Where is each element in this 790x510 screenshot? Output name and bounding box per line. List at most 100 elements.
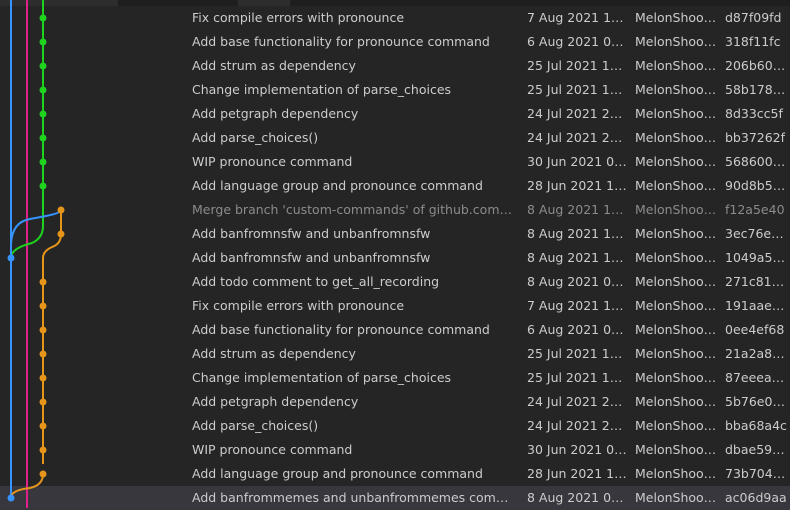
- commit-date: 25 Jul 2021 19:54: [527, 58, 629, 73]
- commit-author: MelonShooter: [635, 370, 721, 385]
- commit-message: Add banfrommemes and unbanfrommemes comm…: [192, 490, 516, 505]
- commit-hash: bba68a4c: [725, 418, 787, 433]
- commit-author: MelonShooter: [635, 178, 721, 193]
- commit-message: Add strum as dependency: [192, 58, 356, 73]
- commit-date: 6 Aug 2021 00:52: [527, 34, 629, 49]
- commit-row[interactable]: Change implementation of parse_choices 2…: [0, 366, 790, 390]
- commit-hash: f12a5e40: [725, 202, 785, 217]
- commit-hash: 0ee4ef68: [725, 322, 785, 337]
- commit-row[interactable]: Add todo comment to get_all_recording 8 …: [0, 270, 790, 294]
- commit-message: Add banfromnsfw and unbanfromnsfw: [192, 250, 431, 265]
- commit-hash: 191aae78: [725, 298, 787, 313]
- commit-row[interactable]: Add petgraph dependency 24 Jul 2021 22:0…: [0, 102, 790, 126]
- commit-row[interactable]: Add strum as dependency 25 Jul 2021 19:5…: [0, 342, 790, 366]
- commit-message: Add todo comment to get_all_recording: [192, 274, 440, 289]
- commit-message: Add language group and pronounce command: [192, 466, 483, 481]
- commit-hash: 21a2a891: [725, 346, 787, 361]
- commit-date: 8 Aug 2021 12:32: [527, 226, 629, 241]
- commit-author: MelonShooter: [635, 298, 721, 313]
- commit-author: MelonShooter: [635, 34, 721, 49]
- commit-message: Add language group and pronounce command: [192, 178, 483, 193]
- commit-message: Add base functionality for pronounce com…: [192, 322, 490, 337]
- commit-message: Add petgraph dependency: [192, 106, 359, 121]
- merge-commit-row[interactable]: Merge branch 'custom-commands' of github…: [0, 198, 790, 222]
- commit-hash: 90d8b587: [725, 178, 787, 193]
- commit-row[interactable]: Add strum as dependency 25 Jul 2021 19:5…: [0, 54, 790, 78]
- commit-author: MelonShooter: [635, 490, 721, 505]
- commit-hash: ac06d9aa: [725, 490, 787, 505]
- commit-author: MelonShooter: [635, 10, 721, 25]
- commit-date: 24 Jul 2021 22:07: [527, 130, 629, 145]
- commit-row[interactable]: Fix compile errors with pronounce 7 Aug …: [0, 6, 790, 30]
- commit-author: MelonShooter: [635, 130, 721, 145]
- commit-hash: 1049a547: [725, 250, 787, 265]
- commit-message: WIP pronounce command: [192, 154, 353, 169]
- commit-hash: bb37262f: [725, 130, 786, 145]
- commit-row[interactable]: Fix compile errors with pronounce 7 Aug …: [0, 294, 790, 318]
- commit-hash: 8d33cc5f: [725, 106, 783, 121]
- commit-row[interactable]: Add banfromnsfw and unbanfromnsfw 8 Aug …: [0, 222, 790, 246]
- commit-author: MelonShooter: [635, 106, 721, 121]
- commit-row[interactable]: Add base functionality for pronounce com…: [0, 30, 790, 54]
- commit-date: 24 Jul 2021 22:07: [527, 418, 629, 433]
- commit-author: MelonShooter: [635, 226, 721, 241]
- commit-message: Add parse_choices(): [192, 418, 319, 433]
- commit-author: MelonShooter: [635, 346, 721, 361]
- commit-date: 30 Jun 2021 03:...: [527, 154, 629, 169]
- commit-message: Fix compile errors with pronounce: [192, 10, 405, 25]
- commit-date: 25 Jul 2021 19:54: [527, 370, 629, 385]
- commit-date: 8 Aug 2021 12:35: [527, 202, 629, 217]
- commit-row[interactable]: Add banfromnsfw and unbanfromnsfw 8 Aug …: [0, 246, 790, 270]
- commit-list: Fix compile errors with pronounce 7 Aug …: [0, 6, 790, 510]
- commit-row[interactable]: Add language group and pronounce command…: [0, 174, 790, 198]
- commit-date: 8 Aug 2021 02:41: [527, 490, 629, 505]
- commit-hash: 206b605b: [725, 58, 787, 73]
- commit-hash: 271c8118: [725, 274, 787, 289]
- commit-hash: 5b76e0a7: [725, 394, 787, 409]
- commit-date: 24 Jul 2021 22:08: [527, 394, 629, 409]
- commit-author: MelonShooter: [635, 82, 721, 97]
- commit-date: 24 Jul 2021 22:08: [527, 106, 629, 121]
- commit-date: 28 Jun 2021 16:...: [527, 178, 629, 193]
- commit-date: 28 Jun 2021 16:...: [527, 466, 629, 481]
- commit-row-selected[interactable]: Add banfrommemes and unbanfrommemes comm…: [0, 486, 790, 510]
- commit-date: 8 Aug 2021 00:45: [527, 274, 629, 289]
- commit-row[interactable]: WIP pronounce command 30 Jun 2021 03:...…: [0, 150, 790, 174]
- commit-message: Change implementation of parse_choices: [192, 370, 452, 385]
- commit-hash: 58b17876: [725, 82, 787, 97]
- commit-author: MelonShooter: [635, 322, 721, 337]
- commit-hash: 56860043: [725, 154, 787, 169]
- commit-date: 7 Aug 2021 18:36: [527, 298, 629, 313]
- commit-author: MelonShooter: [635, 442, 721, 457]
- commit-row[interactable]: Add petgraph dependency 24 Jul 2021 22:0…: [0, 390, 790, 414]
- commit-author: MelonShooter: [635, 58, 721, 73]
- commit-date: 25 Jul 2021 19:54: [527, 82, 629, 97]
- commit-row[interactable]: Add base functionality for pronounce com…: [0, 318, 790, 342]
- commit-hash: d87f09fd: [725, 10, 782, 25]
- commit-date: 7 Aug 2021 18:36: [527, 10, 629, 25]
- commit-message: Add strum as dependency: [192, 346, 356, 361]
- commit-message: Add banfromnsfw and unbanfromnsfw: [192, 226, 431, 241]
- commit-author: MelonShooter: [635, 250, 721, 265]
- commit-message: Add petgraph dependency: [192, 394, 359, 409]
- commit-message: Add parse_choices(): [192, 130, 319, 145]
- commit-row[interactable]: Add parse_choices() 24 Jul 2021 22:07 Me…: [0, 126, 790, 150]
- commit-row[interactable]: Add language group and pronounce command…: [0, 462, 790, 486]
- commit-hash: 87eeead0: [725, 370, 787, 385]
- commit-hash: 3ec76e95: [725, 226, 787, 241]
- commit-message: Merge branch 'custom-commands' of github…: [192, 202, 516, 217]
- commit-date: 25 Jul 2021 19:54: [527, 346, 629, 361]
- commit-author: MelonShooter: [635, 466, 721, 481]
- commit-author: MelonShooter: [635, 154, 721, 169]
- commit-author: MelonShooter: [635, 274, 721, 289]
- commit-author: MelonShooter: [635, 202, 721, 217]
- commit-message: Fix compile errors with pronounce: [192, 298, 405, 313]
- commit-row[interactable]: Add parse_choices() 24 Jul 2021 22:07 Me…: [0, 414, 790, 438]
- commit-message: Add base functionality for pronounce com…: [192, 34, 490, 49]
- commit-author: MelonShooter: [635, 418, 721, 433]
- commit-hash: dbae59eb: [725, 442, 787, 457]
- commit-author: MelonShooter: [635, 394, 721, 409]
- commit-date: 8 Aug 2021 12:32: [527, 250, 629, 265]
- commit-row[interactable]: WIP pronounce command 30 Jun 2021 03:...…: [0, 438, 790, 462]
- commit-row[interactable]: Change implementation of parse_choices 2…: [0, 78, 790, 102]
